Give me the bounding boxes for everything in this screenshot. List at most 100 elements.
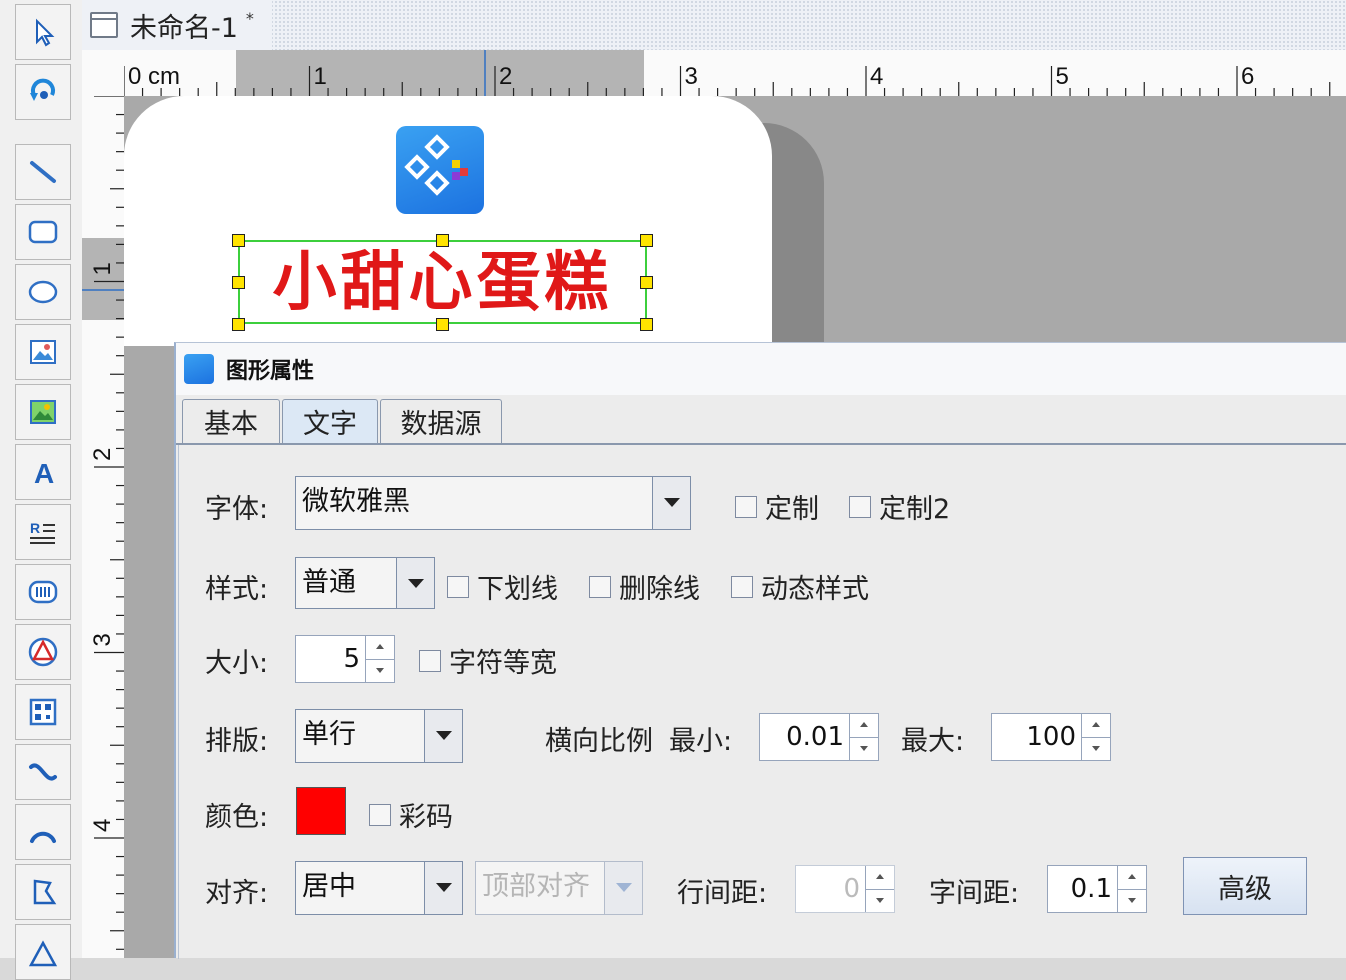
- spin-down-icon[interactable]: [1082, 737, 1110, 760]
- spinner-buttons[interactable]: [1081, 714, 1110, 760]
- checkbox-box[interactable]: [589, 575, 611, 598]
- resize-handle-left[interactable]: [232, 276, 245, 289]
- checkbox-box[interactable]: [735, 495, 757, 518]
- triangle-circle-icon: [28, 637, 58, 667]
- curve-tool-button[interactable]: [15, 744, 71, 800]
- advanced-button[interactable]: 高级: [1183, 857, 1307, 915]
- resize-handle-right[interactable]: [640, 276, 653, 289]
- rotate-icon: [30, 78, 55, 101]
- resize-handle-bottom-right[interactable]: [640, 318, 653, 331]
- custom-checkbox[interactable]: 定制: [735, 487, 819, 526]
- line-spacing-label: 行间距:: [677, 878, 768, 909]
- min-scale-value: 0.01: [786, 722, 844, 752]
- layout-select[interactable]: 单行: [295, 709, 463, 763]
- selected-text-object[interactable]: 小甜心蛋糕: [238, 240, 647, 324]
- rich-text-tool-button[interactable]: R: [15, 504, 71, 560]
- resize-handle-top[interactable]: [436, 234, 449, 247]
- ruler-selection-highlight: [82, 238, 124, 320]
- triangle-tool-button[interactable]: [15, 924, 71, 980]
- horizontal-scale-label: 横向比例: [545, 726, 653, 757]
- tab-data-source[interactable]: 数据源: [380, 399, 502, 443]
- checkbox-box[interactable]: [849, 495, 871, 518]
- spinner-buttons[interactable]: [849, 714, 878, 760]
- line-tool-button[interactable]: [15, 144, 71, 200]
- ruler-label: 3: [685, 63, 698, 90]
- spin-up-icon[interactable]: [850, 714, 878, 738]
- rounded-rect-tool-button[interactable]: [15, 204, 71, 260]
- spin-down-icon[interactable]: [366, 659, 394, 682]
- checkbox-box[interactable]: [419, 649, 441, 672]
- shape-properties-dialog: 图形属性 基本 文字 数据源 字体: 微软雅黑 定制 定制2 样式: 普通 下划…: [174, 342, 1346, 959]
- char-spacing-spinner[interactable]: 0.1: [1047, 865, 1147, 913]
- chevron-down-icon[interactable]: [652, 477, 690, 529]
- spin-down-icon[interactable]: [1118, 889, 1146, 912]
- chevron-down-icon[interactable]: [396, 558, 434, 608]
- tab-basic[interactable]: 基本: [182, 399, 280, 443]
- app-logo-icon: [184, 354, 214, 384]
- spin-up-icon[interactable]: [1118, 866, 1146, 890]
- dialog-titlebar[interactable]: 图形属性: [176, 343, 1346, 395]
- rich-text-icon: R: [30, 520, 55, 544]
- color-label: 颜色:: [205, 802, 269, 833]
- picture-color-icon: [30, 400, 56, 424]
- tab-text[interactable]: 文字: [282, 399, 378, 443]
- strikethrough-checkbox[interactable]: 删除线: [589, 567, 700, 606]
- min-scale-spinner[interactable]: 0.01: [759, 713, 879, 761]
- char-spacing-label: 字间距:: [929, 878, 1020, 909]
- max-label: 最大:: [901, 726, 965, 757]
- vertical-ruler: 1 2 3 4: [82, 96, 125, 958]
- rotate-tool-button[interactable]: [15, 64, 71, 120]
- ruler-label: 1: [314, 63, 327, 90]
- barcode-icon: [28, 580, 58, 604]
- monospace-checkbox[interactable]: 字符等宽: [419, 641, 557, 680]
- style-select[interactable]: 普通: [295, 557, 435, 609]
- color-code-checkbox[interactable]: 彩码: [369, 795, 453, 834]
- spin-up-icon[interactable]: [1082, 714, 1110, 738]
- resize-handle-bottom[interactable]: [436, 318, 449, 331]
- document-tab[interactable]: 未命名-1 *: [82, 0, 272, 50]
- size-spinner[interactable]: 5: [295, 635, 395, 683]
- max-scale-spinner[interactable]: 100: [991, 713, 1111, 761]
- checkbox-box[interactable]: [731, 575, 753, 598]
- qrcode-tool-button[interactable]: [15, 684, 71, 740]
- chevron-down-icon[interactable]: [424, 710, 462, 762]
- ruler-label: 1: [89, 262, 116, 275]
- spin-up-icon[interactable]: [366, 636, 394, 660]
- dynamic-style-checkbox[interactable]: 动态样式: [731, 567, 869, 606]
- align-select[interactable]: 居中: [295, 861, 463, 915]
- color-swatch[interactable]: [296, 787, 346, 835]
- checkbox-box[interactable]: [447, 575, 469, 598]
- select-tool-button[interactable]: [15, 4, 71, 60]
- logo-image[interactable]: [396, 126, 484, 214]
- ruler-label: 5: [1056, 63, 1069, 90]
- text-a-icon: A: [34, 458, 54, 489]
- shape-tool-button[interactable]: [15, 624, 71, 680]
- underline-checkbox[interactable]: 下划线: [447, 567, 558, 606]
- checkbox-box[interactable]: [369, 803, 391, 826]
- text-tab-panel: 字体: 微软雅黑 定制 定制2 样式: 普通 下划线 删除线 动态样式 大小: …: [178, 445, 1346, 959]
- polygon-tool-button[interactable]: [15, 864, 71, 920]
- ellipse-tool-button[interactable]: [15, 264, 71, 320]
- resize-handle-top-left[interactable]: [232, 234, 245, 247]
- text-tool-button[interactable]: A: [15, 444, 71, 500]
- label-page[interactable]: 小甜心蛋糕: [124, 96, 772, 346]
- barcode-tool-button[interactable]: [15, 564, 71, 620]
- spinner-buttons[interactable]: [365, 636, 394, 682]
- custom2-checkbox[interactable]: 定制2: [849, 487, 950, 526]
- style-select-value: 普通: [302, 567, 356, 598]
- spin-down-icon: [866, 889, 894, 912]
- arc-tool-button[interactable]: [15, 804, 71, 860]
- ruler-label: 6: [1241, 63, 1254, 90]
- image-tool-button[interactable]: [15, 324, 71, 380]
- ruler-label: 4: [870, 63, 883, 90]
- svg-text:A: A: [34, 458, 54, 489]
- chevron-down-icon[interactable]: [424, 862, 462, 914]
- font-select[interactable]: 微软雅黑: [295, 476, 691, 530]
- spinner-buttons[interactable]: [1117, 866, 1146, 912]
- resize-handle-top-right[interactable]: [640, 234, 653, 247]
- dynamic-style-checkbox-label: 动态样式: [761, 574, 869, 605]
- spin-down-icon[interactable]: [850, 737, 878, 760]
- curve-icon: [29, 763, 57, 781]
- resize-handle-bottom-left[interactable]: [232, 318, 245, 331]
- image2-tool-button[interactable]: [15, 384, 71, 440]
